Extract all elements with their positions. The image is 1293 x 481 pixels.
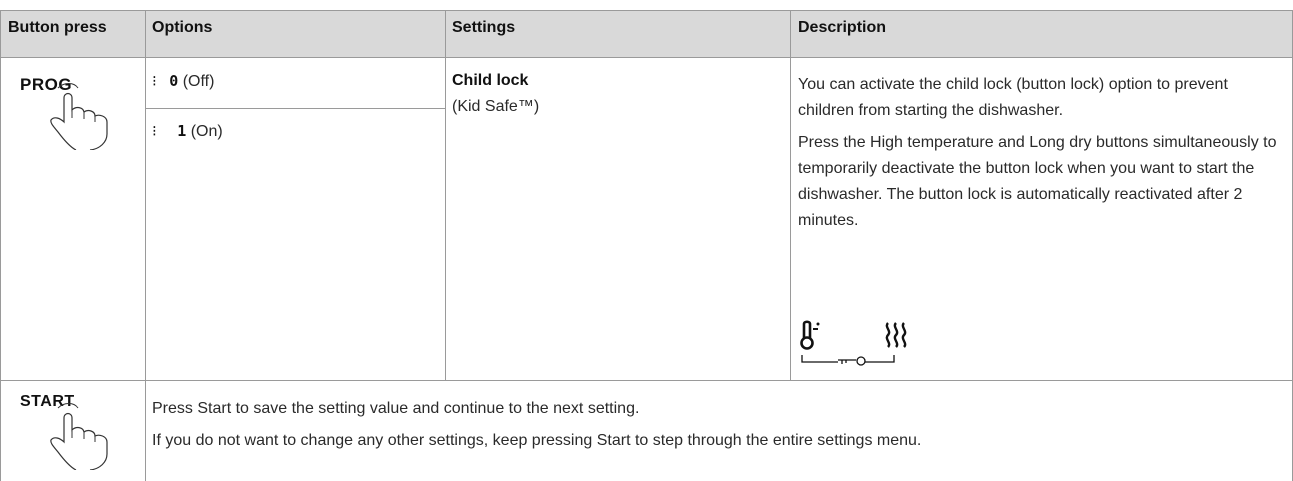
border-col2 bbox=[445, 10, 446, 380]
digit-display: 0 bbox=[169, 72, 179, 90]
pressing-hand-icon bbox=[50, 83, 108, 150]
digit-display: 1 bbox=[177, 122, 187, 140]
header-description: Description bbox=[798, 19, 887, 36]
border-row1-bottom bbox=[0, 380, 1293, 381]
border-header-bottom bbox=[0, 57, 1293, 58]
header-settings: Settings bbox=[452, 19, 516, 36]
description-paragraph: Press the High temperature and Long dry … bbox=[798, 134, 1277, 229]
start-button-illustration: START bbox=[20, 390, 130, 470]
setting-title: Child lock bbox=[452, 72, 529, 89]
option-off: ⁝ 0 (Off) bbox=[152, 72, 214, 91]
border-left bbox=[0, 10, 1, 481]
start-instruction-line: Press Start to save the setting value an… bbox=[152, 400, 640, 417]
option-on: ⁝ 1 (On) bbox=[152, 122, 223, 141]
description: You can activate the child lock (button … bbox=[798, 72, 1282, 234]
header-options: Options bbox=[152, 19, 213, 36]
option-label: (Off) bbox=[182, 73, 215, 90]
header-button-press: Button press bbox=[8, 19, 107, 36]
border-top bbox=[0, 10, 1293, 11]
description-paragraph: You can activate the child lock (button … bbox=[798, 76, 1228, 119]
thermometer-icon bbox=[800, 320, 820, 350]
setting-subtitle: (Kid Safe™) bbox=[452, 98, 540, 115]
setting-indicator-icon: ⁝ bbox=[152, 122, 157, 140]
pressing-hand-icon bbox=[50, 403, 108, 470]
option-label: (On) bbox=[190, 123, 223, 140]
key-icon bbox=[801, 355, 895, 366]
border-col1 bbox=[145, 10, 146, 481]
steam-icon bbox=[885, 322, 907, 348]
settings-table: Button press Options Settings Descriptio… bbox=[0, 0, 1293, 481]
start-instruction-line: If you do not want to change any other s… bbox=[152, 432, 922, 449]
setting-indicator-icon: ⁝ bbox=[152, 72, 157, 90]
border-option-split bbox=[145, 108, 445, 109]
button-combination-icons bbox=[800, 320, 907, 366]
prog-button-illustration: PROG bbox=[20, 70, 130, 150]
border-col3 bbox=[790, 10, 791, 380]
